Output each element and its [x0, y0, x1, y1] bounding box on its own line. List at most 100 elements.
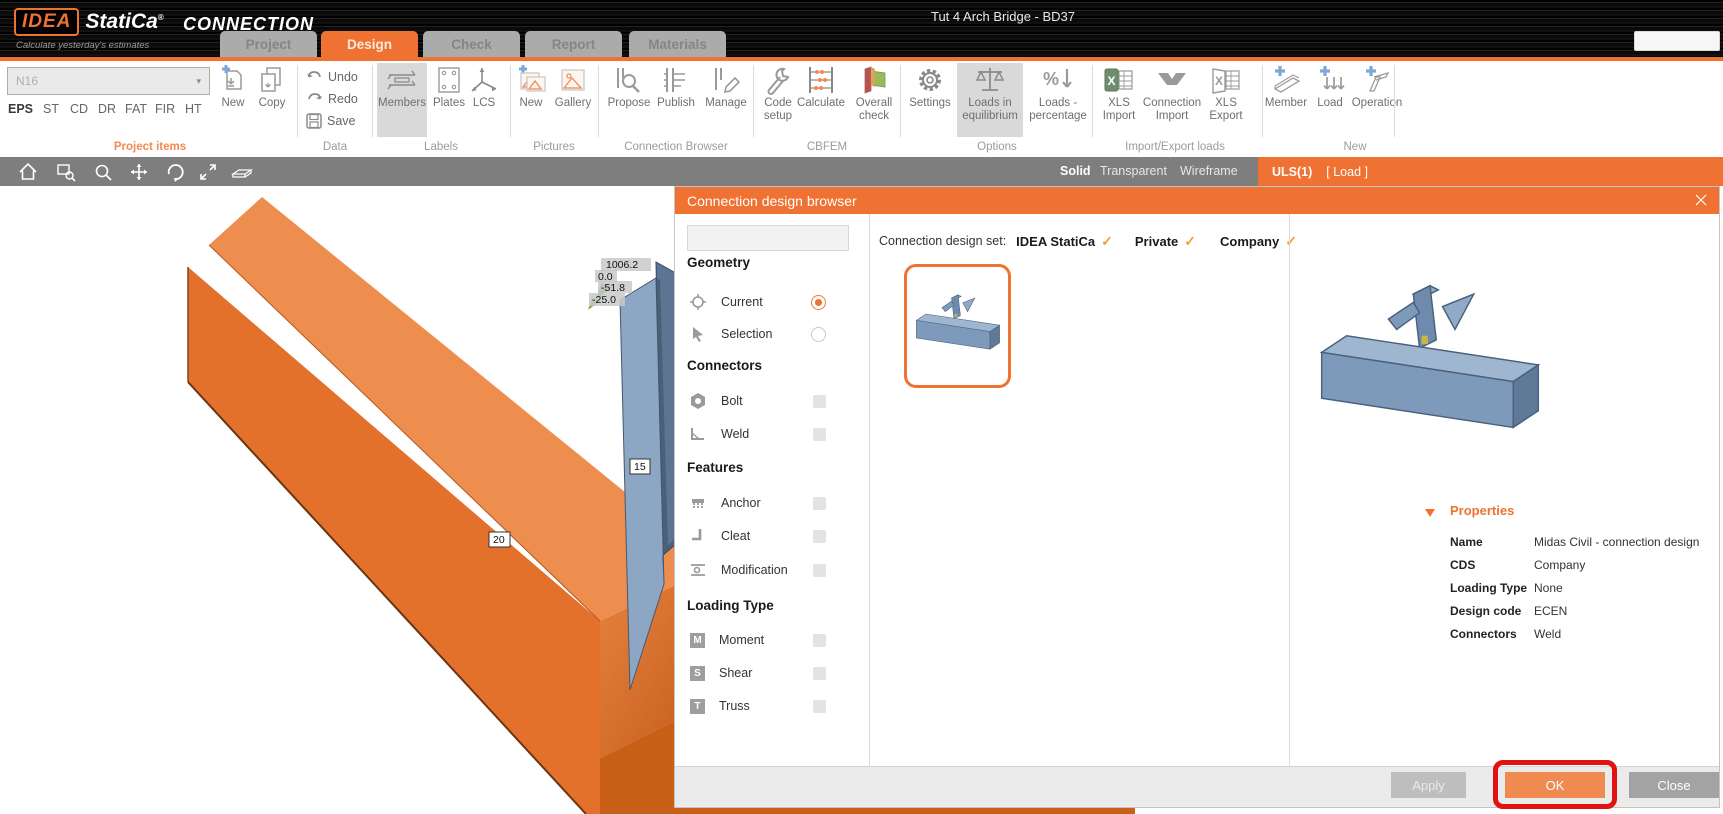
propose-icon	[612, 65, 646, 95]
radio-current[interactable]	[811, 295, 826, 310]
manage-button[interactable]: Manage	[703, 63, 749, 137]
copy-project-item-button[interactable]: Copy	[252, 63, 292, 137]
ribbon-divider	[297, 65, 298, 137]
ribbon-divider	[900, 65, 901, 137]
redo-button[interactable]: Redo	[306, 90, 358, 108]
xls-export-button[interactable]: X XLS Export	[1203, 63, 1249, 137]
tab-project[interactable]: Project	[220, 31, 317, 57]
zoom-icon[interactable]	[92, 161, 114, 183]
svg-text:%: %	[1043, 69, 1059, 89]
settings-button[interactable]: Settings	[905, 63, 955, 137]
filter-truss[interactable]: T Truss	[687, 695, 837, 717]
svg-text:15: 15	[634, 461, 646, 473]
checkbox-shear[interactable]	[813, 667, 826, 680]
checkbox-anchor[interactable]	[813, 497, 826, 510]
filter-shear[interactable]: S Shear	[687, 662, 837, 684]
dialog-search-input[interactable]	[688, 231, 855, 245]
load-case-bar[interactable]: ULS(1) [ Load ]	[1258, 157, 1723, 186]
close-icon[interactable]	[1693, 192, 1709, 208]
tab-materials[interactable]: Materials	[629, 31, 726, 57]
zoom-extents-icon[interactable]	[197, 161, 219, 183]
labels-plates-toggle[interactable]: Plates	[429, 63, 469, 137]
filter-cleat[interactable]: Cleat	[687, 525, 837, 547]
publish-button[interactable]: Publish	[653, 63, 699, 137]
undo-button[interactable]: Undo	[306, 68, 358, 86]
view-mode-transparent[interactable]: Transparent	[1100, 164, 1167, 178]
filter-geometry-current[interactable]: Current	[687, 291, 837, 313]
checkbox-weld[interactable]	[813, 428, 826, 441]
project-item-dropdown[interactable]: N16 ▾	[7, 67, 210, 95]
filter-weld[interactable]: Weld	[687, 423, 837, 445]
filter-moment[interactable]: M Moment	[687, 629, 837, 651]
analysis-type-dr[interactable]: DR	[98, 102, 116, 116]
checkbox-modification[interactable]	[813, 564, 826, 577]
checkbox-moment[interactable]	[813, 634, 826, 647]
check-icon[interactable]: ✓	[1101, 233, 1113, 250]
filter-modification[interactable]: Modification	[687, 559, 837, 581]
labels-lcs-toggle[interactable]: LCS	[466, 63, 502, 137]
xls-import-button[interactable]: X XLS Import	[1097, 63, 1141, 137]
propose-button[interactable]: Propose	[605, 63, 653, 137]
loads-in-equilibrium-toggle[interactable]: Loads in equilibrium	[957, 63, 1023, 137]
dialog-header[interactable]: Connection design browser	[675, 187, 1719, 214]
picture-gallery-button[interactable]: Gallery	[551, 63, 595, 137]
analysis-type-ht[interactable]: HT	[185, 102, 202, 116]
analysis-type-fat[interactable]: FAT	[125, 102, 147, 116]
connection-design-result-card[interactable]	[904, 264, 1011, 388]
analysis-type-fir[interactable]: FIR	[155, 102, 175, 116]
checkbox-truss[interactable]	[813, 700, 826, 713]
design-set-private[interactable]: Private	[1135, 234, 1178, 249]
filter-geometry-selection[interactable]: Selection	[687, 323, 837, 345]
zoom-window-icon[interactable]	[55, 161, 77, 183]
tab-design[interactable]: Design	[321, 31, 418, 57]
new-load-button[interactable]: Load	[1312, 63, 1348, 137]
view-mode-wireframe[interactable]: Wireframe	[1180, 164, 1238, 178]
filter-anchor[interactable]: Anchor	[687, 492, 837, 514]
design-set-idea-statica[interactable]: IDEA StatiCa	[1016, 234, 1095, 249]
design-set-company[interactable]: Company	[1220, 234, 1279, 249]
dialog-search-box[interactable]	[687, 225, 849, 251]
apply-button[interactable]: Apply	[1391, 772, 1466, 798]
radio-selection[interactable]	[811, 327, 826, 342]
close-button[interactable]: Close	[1629, 772, 1719, 798]
titlebar-search-input[interactable]	[1634, 31, 1720, 51]
gallery-icon	[558, 65, 588, 95]
save-button[interactable]: Save	[306, 112, 356, 130]
connection-import-button[interactable]: Connection Import	[1141, 63, 1203, 137]
ribbon-divider	[1394, 65, 1395, 137]
new-project-item-button[interactable]: New	[213, 63, 253, 137]
filter-bolt[interactable]: Bolt	[687, 390, 837, 412]
loads-percentage-button[interactable]: % Loads - percentage	[1026, 63, 1090, 137]
save-icon	[306, 113, 322, 129]
checkbox-bolt[interactable]	[813, 395, 826, 408]
balance-scale-icon	[973, 65, 1007, 95]
load-case-tag: [ Load ]	[1326, 165, 1368, 179]
tab-report[interactable]: Report	[525, 31, 622, 57]
picture-new-button[interactable]: New	[509, 63, 553, 137]
home-view-icon[interactable]	[17, 161, 39, 183]
current-geometry-icon	[689, 293, 707, 311]
collapse-triangle-icon[interactable]	[1425, 509, 1435, 517]
tab-check[interactable]: Check	[423, 31, 520, 57]
checkbox-cleat[interactable]	[813, 530, 826, 543]
ok-highlight-annotation	[1493, 760, 1617, 809]
calculate-button[interactable]: Calculate	[795, 63, 847, 137]
check-icon[interactable]: ✓	[1184, 233, 1196, 250]
svg-text:1006.2: 1006.2	[606, 259, 638, 271]
design-set-label: Connection design set:	[879, 234, 1006, 248]
labels-members-toggle[interactable]: Members	[377, 63, 427, 137]
load-case-name: ULS(1)	[1272, 165, 1312, 179]
analysis-type-eps[interactable]: EPS	[8, 102, 33, 116]
overall-check-button[interactable]: Overall check	[848, 63, 900, 137]
group-label-options: Options	[977, 141, 1017, 153]
new-operation-button[interactable]: Operation	[1350, 63, 1404, 137]
analysis-type-cd[interactable]: CD	[70, 102, 88, 116]
new-member-button[interactable]: Member	[1262, 63, 1310, 137]
analysis-type-st[interactable]: ST	[43, 102, 59, 116]
rotate-icon[interactable]	[164, 161, 186, 183]
check-icon[interactable]: ✓	[1285, 233, 1297, 250]
pan-icon[interactable]	[128, 161, 150, 183]
window-title: Tut 4 Arch Bridge - BD37	[890, 9, 1116, 24]
view-mode-solid[interactable]: Solid	[1060, 164, 1091, 178]
display-style-icon[interactable]	[231, 161, 253, 183]
